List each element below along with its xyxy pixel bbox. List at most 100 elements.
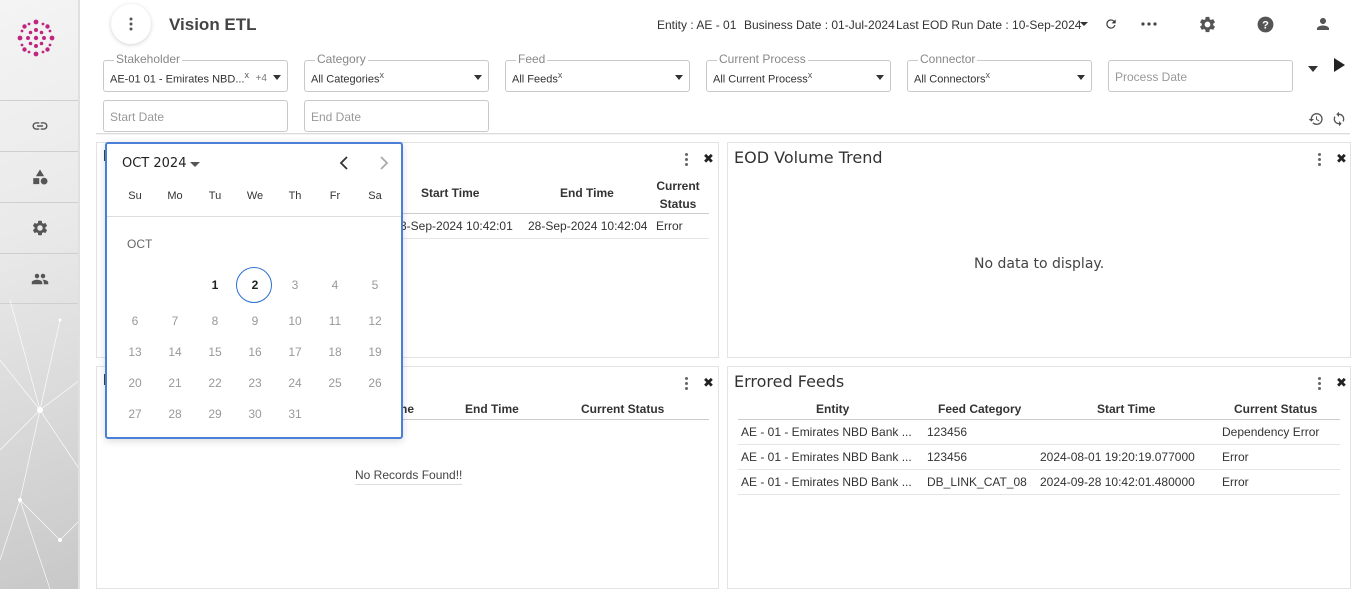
sidebar-item-users[interactable]: [0, 253, 80, 304]
col-start-time: Start Time: [1097, 402, 1156, 416]
category-select[interactable]: Category All Categoriesx: [304, 52, 489, 92]
gear-icon: [32, 220, 48, 236]
current-process-value-wrap: All Current Processx: [713, 70, 812, 86]
table-row-entity: AE - 01 - Emirates NBD Bank ...: [741, 425, 912, 439]
row-status: Error: [656, 219, 683, 233]
caret-down-icon: [1080, 22, 1088, 26]
header-dropdown-button[interactable]: [1074, 14, 1094, 34]
calendar-day: 8: [211, 314, 219, 328]
connector-select[interactable]: Connector All Connectorsx: [907, 52, 1092, 92]
run-button[interactable]: [1334, 58, 1348, 72]
close-icon[interactable]: ✖: [703, 151, 714, 167]
calendar-day[interactable]: 1: [195, 278, 235, 292]
more-vertical-icon: [129, 17, 133, 31]
row-divider: [738, 469, 1340, 470]
help-button[interactable]: ?: [1255, 14, 1275, 34]
stakeholder-value-wrap: AE-01 01 - Emirates NBD...x: [110, 70, 249, 86]
category-clear[interactable]: x: [379, 70, 384, 80]
calendar-day: 17: [288, 345, 302, 359]
current-process-select[interactable]: Current Process All Current Processx: [706, 52, 891, 92]
chevron-down-icon: [1077, 75, 1085, 80]
chevron-down-icon: [876, 75, 884, 80]
process-date-input[interactable]: Process Date: [1108, 60, 1293, 92]
sidebar-edge: [78, 0, 80, 589]
table-row-category: 123456: [927, 450, 968, 464]
close-icon[interactable]: ✖: [703, 375, 714, 391]
stakeholder-select[interactable]: Stakeholder AE-01 01 - Emirates NBD...x …: [103, 52, 288, 92]
calendar-day: 26: [368, 376, 382, 390]
calendar-day: 19: [368, 345, 382, 359]
table-row-start: 2024-08-01 19:20:19.077000: [1040, 450, 1195, 464]
app-title: Vision ETL: [169, 15, 257, 34]
no-records-message: No Records Found!!: [355, 468, 463, 485]
entity-info: Entity : AE - 01: [657, 18, 737, 32]
calendar-day: 22: [208, 376, 222, 390]
col-end-time: End Time: [465, 402, 519, 416]
calendar-day: 23: [248, 376, 262, 390]
calendar-month-label[interactable]: OCT 2024: [122, 156, 186, 171]
history-button[interactable]: [1308, 111, 1324, 127]
feed-select[interactable]: Feed All Feedsx: [505, 52, 690, 92]
start-date-input[interactable]: Start Date: [103, 100, 288, 132]
close-icon[interactable]: ✖: [1336, 151, 1347, 167]
user-profile-button[interactable]: [1313, 14, 1333, 34]
panel-menu-button[interactable]: [685, 153, 689, 167]
dot: [1318, 387, 1321, 390]
sidebar-item-links[interactable]: [0, 100, 80, 151]
table-row-status: Dependency Error: [1222, 425, 1320, 439]
no-data-message: No data to display.: [974, 256, 1105, 272]
dot: [685, 382, 688, 385]
category-label: Category: [315, 52, 368, 66]
stakeholder-clear[interactable]: x: [245, 70, 250, 80]
col-current-status: Current Status: [652, 177, 704, 213]
col-end-time: End Time: [560, 186, 614, 200]
process-date-placeholder: Process Date: [1115, 70, 1188, 84]
current-process-clear[interactable]: x: [808, 70, 813, 80]
close-icon[interactable]: ✖: [1336, 375, 1347, 391]
weekday-label: Tu: [208, 190, 222, 202]
logo-icon[interactable]: [14, 16, 58, 60]
connector-clear[interactable]: x: [986, 70, 991, 80]
more-vertical-icon: [685, 377, 688, 380]
table-row-category: 123456: [927, 425, 968, 439]
end-date-input[interactable]: End Date: [304, 100, 489, 132]
table-row-status: Error: [1222, 450, 1249, 464]
refresh-button[interactable]: [1101, 14, 1121, 34]
settings-button[interactable]: [1197, 14, 1217, 34]
stakeholder-label: Stakeholder: [114, 52, 183, 66]
filters-expand-button[interactable]: [1308, 64, 1320, 74]
feed-value-wrap: All Feedsx: [512, 70, 562, 86]
header-divider: [738, 419, 1340, 420]
col-start-time: Start Time: [421, 186, 480, 200]
play-icon: [1334, 58, 1345, 72]
sidebar-nav: [0, 100, 80, 304]
col-current-status-line1: Current: [656, 179, 700, 193]
feed-label: Feed: [516, 52, 548, 66]
history-icon: [1308, 113, 1323, 126]
calendar-day: 24: [288, 376, 302, 390]
more-options-button[interactable]: [1139, 14, 1159, 34]
weekday-label: Th: [288, 190, 302, 202]
col-current-status: Current Status: [1234, 402, 1318, 416]
panel-menu-button[interactable]: [1318, 153, 1322, 167]
table-row-category: DB_LINK_CAT_08: [927, 475, 1027, 489]
feed-clear[interactable]: x: [558, 70, 563, 80]
category-value: All Categories: [311, 73, 380, 86]
sidebar-item-settings[interactable]: [0, 202, 80, 253]
caret-down-icon[interactable]: [190, 162, 200, 167]
next-month-button[interactable]: [376, 154, 392, 172]
col-current-status: Current Status: [581, 402, 665, 416]
users-icon: [31, 273, 49, 284]
panel-menu-button[interactable]: [1318, 377, 1322, 391]
row-divider: [738, 494, 1340, 495]
calendar-day[interactable]: 2: [235, 278, 275, 292]
panel-menu-button[interactable]: [685, 377, 689, 391]
sync-button[interactable]: [1331, 111, 1347, 127]
dot: [1318, 163, 1321, 166]
table-row-start: 2024-09-28 10:42:01.480000: [1040, 475, 1195, 489]
sidebar-item-shapes[interactable]: [0, 151, 80, 202]
link-icon: [32, 122, 48, 130]
previous-month-button[interactable]: [336, 154, 352, 172]
menu-button[interactable]: [111, 4, 151, 44]
user-icon: [1317, 18, 1329, 30]
